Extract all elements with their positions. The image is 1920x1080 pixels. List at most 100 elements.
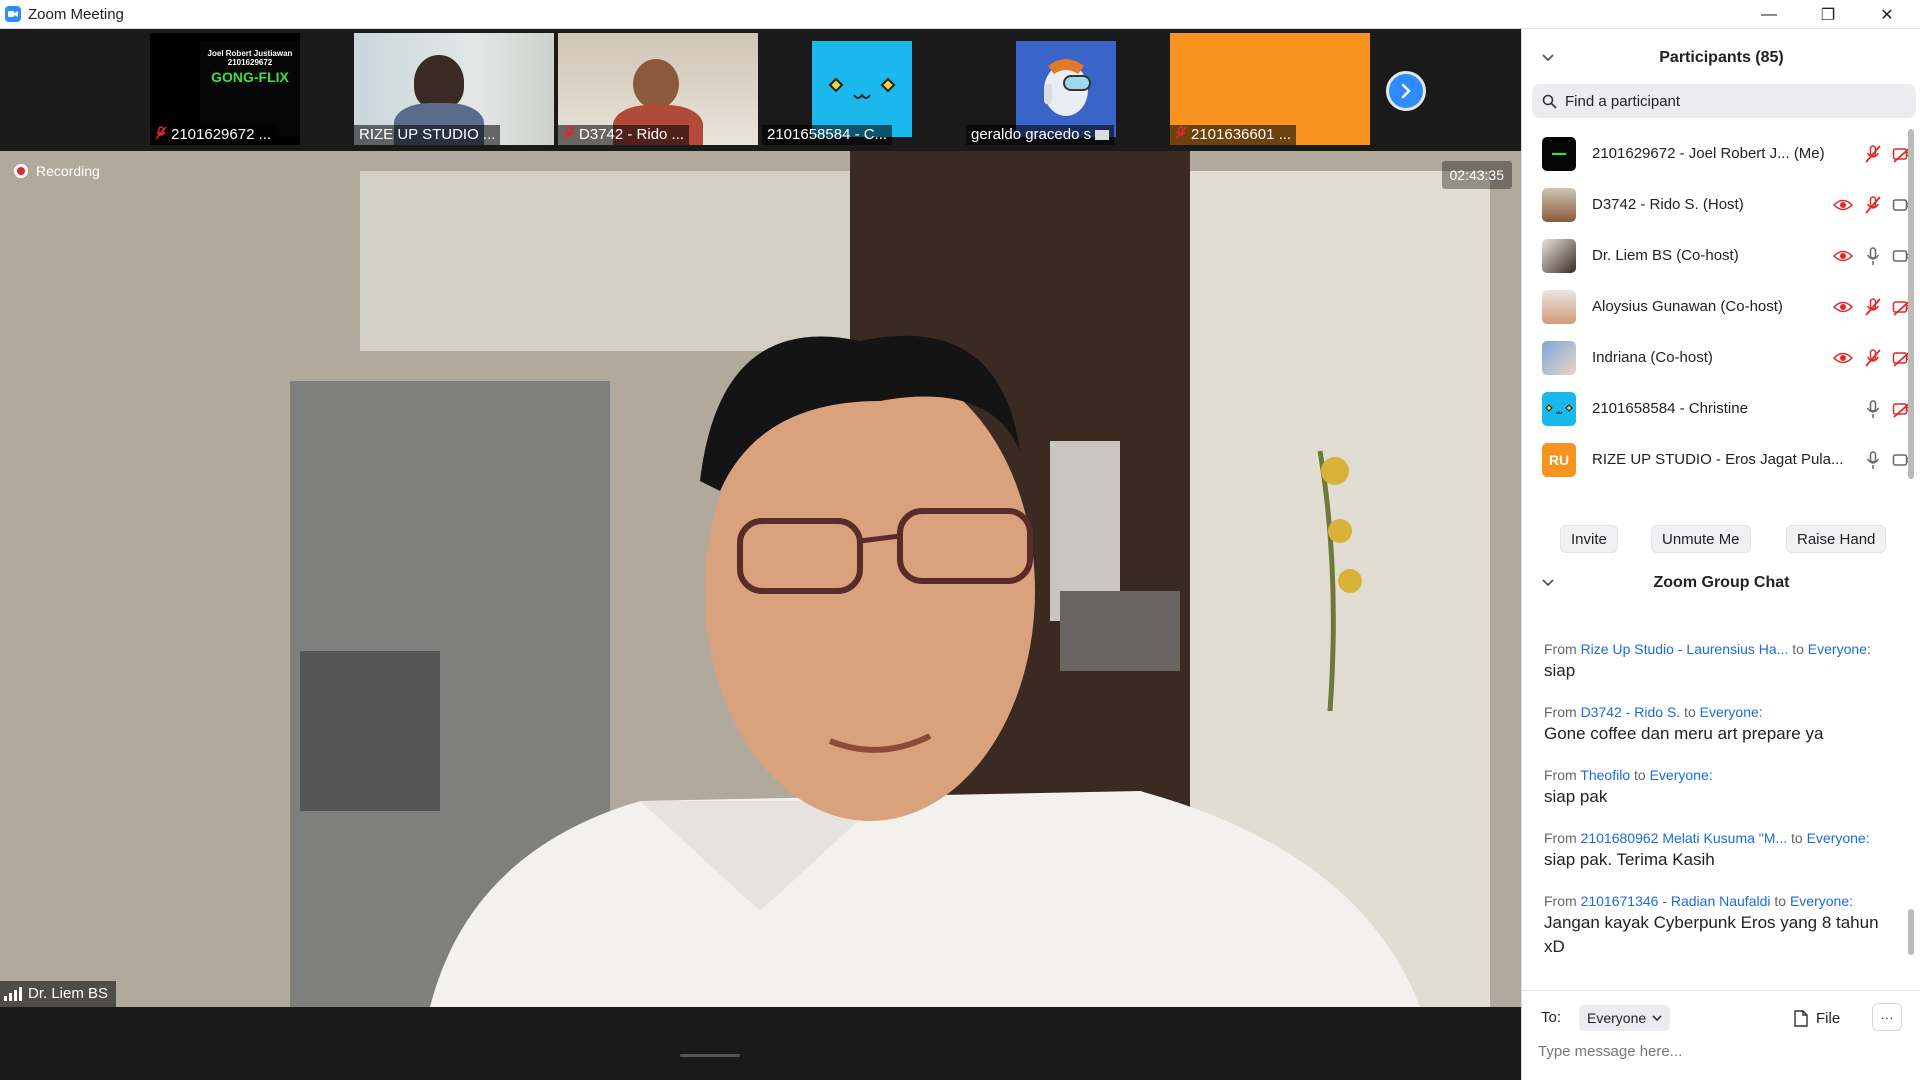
share-icon	[1095, 130, 1110, 140]
participant-row[interactable]: 2101658584 - Christine	[1522, 383, 1914, 434]
avatar	[1542, 187, 1576, 222]
next-page-button[interactable]	[1386, 71, 1426, 111]
recipient-select[interactable]: Everyone	[1579, 1005, 1671, 1031]
video-thumbnail[interactable]: 2101636601 ...	[1170, 33, 1370, 145]
eye-icon	[1832, 296, 1854, 318]
unmute-me-button[interactable]: Unmute Me	[1651, 525, 1751, 553]
more-options-button[interactable]: ···	[1872, 1003, 1902, 1031]
chat-header: Zoom Group Chat	[1522, 563, 1920, 603]
participant-row[interactable]: Indriana (Co-host)	[1522, 332, 1914, 383]
avatar	[1542, 340, 1576, 375]
recipient-link[interactable]: Everyone:	[1650, 767, 1713, 783]
minimize-button[interactable]: —	[1740, 0, 1798, 29]
participant-status	[1862, 398, 1914, 420]
mic-on-icon[interactable]	[1862, 449, 1884, 471]
video-thumbnail[interactable]: Joel Robert Justiawan 2101629672 GONG-FL…	[150, 33, 300, 145]
chat-message: From D3742 - Rido S. to Everyone: Gone c…	[1544, 704, 1904, 746]
participant-status	[1832, 296, 1914, 318]
to-word: to	[1774, 893, 1787, 909]
chevron-down-icon[interactable]	[1542, 576, 1554, 590]
chat-scrollbar[interactable]	[1908, 909, 1914, 955]
name-card-image: Joel Robert Justiawan 2101629672 GONG-FL…	[200, 41, 300, 137]
message-text: Gone coffee dan meru art prepare ya	[1544, 724, 1824, 743]
mic-muted-icon[interactable]	[1862, 143, 1884, 165]
chat-message: From 2101671346 - Radian Naufaldi to Eve…	[1544, 893, 1884, 959]
search-input[interactable]	[1565, 92, 1885, 110]
from-label: From	[1544, 893, 1577, 909]
eye-icon	[1832, 347, 1854, 369]
avatar: ▬▬	[1542, 136, 1576, 171]
participant-status	[1832, 245, 1914, 267]
thumbnail-label: D3742 - Rido ...	[579, 126, 685, 143]
participant-name: Aloysius Gunawan (Co-host)	[1592, 298, 1783, 315]
recipient-link[interactable]: Everyone:	[1807, 830, 1870, 846]
chevron-right-icon	[1401, 83, 1411, 99]
participant-status	[1862, 449, 1914, 471]
video-thumbnail[interactable]: D3742 - Rido ...	[558, 33, 758, 145]
sender-link[interactable]: 2101680962 Melati Kusuma "M...	[1581, 830, 1788, 846]
participant-name: RIZE UP STUDIO - Eros Jagat Pula...	[1592, 451, 1844, 468]
participant-me-tag: (Me)	[1793, 145, 1825, 162]
file-button[interactable]: File	[1794, 1005, 1840, 1031]
restore-button[interactable]: ❐	[1799, 0, 1857, 29]
video-thumbnail[interactable]: RIZE UP STUDIO ...	[354, 33, 554, 145]
video-thumbnail[interactable]: geraldo gracedo s	[966, 33, 1166, 145]
chat-message: From Theofilo to Everyone: siap pak	[1544, 767, 1904, 809]
chat-title: Zoom Group Chat	[1653, 574, 1790, 591]
message-text: Jangan kayak Cyberpunk Eros yang 8 tahun…	[1544, 913, 1879, 956]
mic-muted-icon[interactable]	[1862, 347, 1884, 369]
invite-button[interactable]: Invite	[1560, 525, 1618, 553]
mic-on-icon[interactable]	[1862, 245, 1884, 267]
participants-header: Participants (85)	[1522, 38, 1920, 78]
sender-link[interactable]: Theofilo	[1580, 767, 1630, 783]
avatar-logo-image: ▬▬	[1552, 150, 1566, 157]
message-meta: From D3742 - Rido S. to Everyone:	[1544, 704, 1904, 720]
participant-name: 2101658584 - Christine	[1592, 400, 1748, 417]
thumbnail-label: RIZE UP STUDIO ...	[359, 126, 496, 143]
sender-link[interactable]: 2101671346 - Radian Naufaldi	[1581, 893, 1771, 909]
from-label: From	[1544, 830, 1577, 846]
participant-scrollbar[interactable]	[1908, 129, 1914, 479]
card-brand: GONG-FLIX	[211, 69, 289, 85]
message-input[interactable]	[1538, 1043, 1908, 1060]
mic-muted-icon	[563, 125, 575, 145]
window-title: Zoom Meeting	[28, 5, 124, 23]
recipient-link[interactable]: Everyone:	[1790, 893, 1853, 909]
recording-indicator[interactable]: Recording	[14, 163, 100, 179]
thumbnail-label: 2101636601 ...	[1191, 126, 1292, 143]
mic-muted-icon[interactable]	[1862, 194, 1884, 216]
cat-avatar-image	[1545, 403, 1573, 414]
mic-muted-icon[interactable]	[1862, 296, 1884, 318]
signal-bars-icon	[4, 987, 22, 1001]
participant-row[interactable]: D3742 - Rido S. (Host)	[1522, 179, 1914, 230]
recipient-link[interactable]: Everyone:	[1700, 704, 1763, 720]
participant-row[interactable]: Dr. Liem BS (Co-host)	[1522, 230, 1914, 281]
thumbnail-strip: Joel Robert Justiawan 2101629672 GONG-FL…	[0, 29, 1521, 149]
meeting-stage: Joel Robert Justiawan 2101629672 GONG-FL…	[0, 29, 1521, 1080]
participants-title: Participants (85)	[1659, 49, 1784, 66]
file-label: File	[1816, 1009, 1841, 1027]
eye-icon	[1832, 194, 1854, 216]
mic-on-icon[interactable]	[1862, 398, 1884, 420]
sender-link[interactable]: D3742 - Rido S.	[1581, 704, 1681, 720]
recipient-link[interactable]: Everyone:	[1808, 641, 1871, 657]
participant-row[interactable]: Aloysius Gunawan (Co-host)	[1522, 281, 1914, 332]
toolbar-handle[interactable]	[680, 1054, 740, 1057]
participant-search[interactable]	[1532, 84, 1916, 118]
sender-link[interactable]: Rize Up Studio - Laurensius Ha...	[1581, 641, 1789, 657]
to-word: to	[1791, 830, 1803, 846]
main-video[interactable]: Recording 02:43:35 Dr. Liem BS	[0, 151, 1521, 1007]
chevron-down-icon	[1652, 1015, 1662, 1021]
chevron-down-icon[interactable]	[1542, 51, 1554, 65]
thumbnail-name: D3742 - Rido ...	[558, 125, 690, 145]
avatar: RU	[1542, 442, 1576, 477]
avatar-initials: RU	[1548, 451, 1570, 468]
video-thumbnail[interactable]: 2101658584 - C...	[762, 33, 962, 145]
participant-row[interactable]: ▬▬ 2101629672 - Joel Robert J... (Me)	[1522, 128, 1914, 179]
close-window-button[interactable]: ✕	[1858, 0, 1916, 29]
participant-actions: Invite Unmute Me Raise Hand	[1522, 519, 1920, 559]
message-text: siap pak. Terima Kasih	[1544, 850, 1715, 869]
mic-muted-icon	[1175, 125, 1187, 145]
participant-row[interactable]: RU RIZE UP STUDIO - Eros Jagat Pula...	[1522, 434, 1914, 485]
raise-hand-button[interactable]: Raise Hand	[1786, 525, 1887, 553]
